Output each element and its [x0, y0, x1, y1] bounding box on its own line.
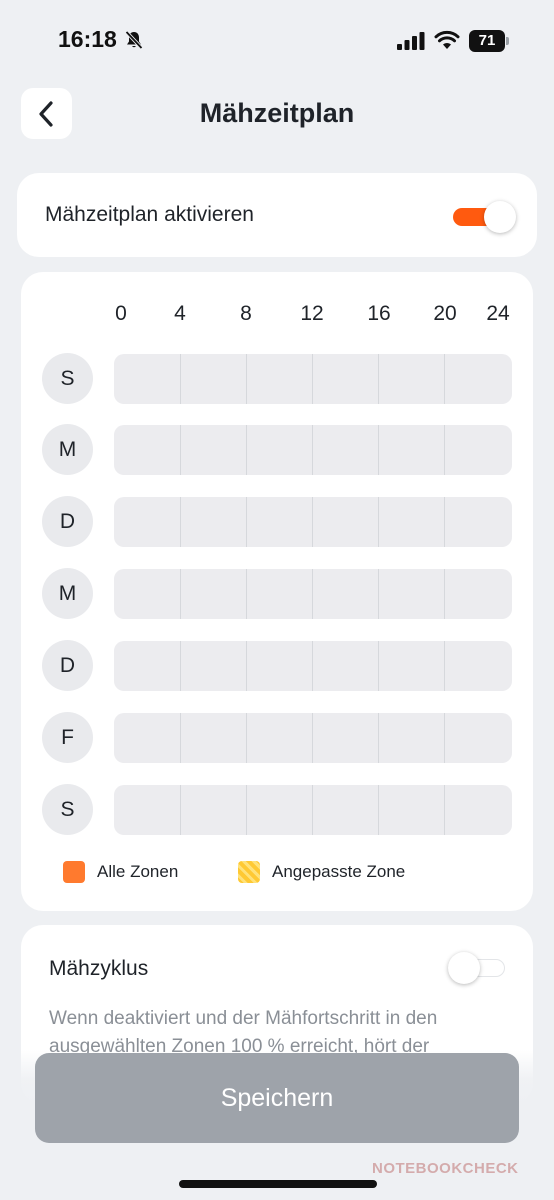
hour-label: 8 — [240, 302, 252, 325]
day-label: F — [42, 712, 93, 763]
day-timeline-bar[interactable] — [114, 425, 512, 475]
notebookcheck-watermark: NOTEBOOKCHECK — [372, 1160, 519, 1177]
day-row: F — [21, 712, 533, 764]
battery-level: 71 — [469, 30, 505, 52]
legend-all-zones-label: Alle Zonen — [97, 862, 179, 881]
day-label: M — [42, 568, 93, 619]
day-row: M — [21, 424, 533, 476]
day-timeline-bar[interactable] — [114, 713, 512, 763]
activate-schedule-label: Mähzeitplan aktivieren — [45, 203, 254, 226]
home-indicator[interactable] — [179, 1180, 377, 1188]
day-label: S — [42, 353, 93, 404]
status-bar: 16:18 71 — [0, 0, 554, 84]
status-time: 16:18 — [58, 26, 117, 52]
day-row: D — [21, 640, 533, 692]
battery-icon: 71 — [469, 30, 509, 52]
day-timeline-bar[interactable] — [114, 569, 512, 619]
wifi-icon — [434, 30, 460, 55]
day-row: M — [21, 568, 533, 620]
activate-schedule-toggle[interactable] — [453, 201, 517, 233]
hour-label: 20 — [433, 302, 457, 325]
day-label: M — [42, 424, 93, 475]
day-timeline-bar[interactable] — [114, 354, 512, 404]
hour-label: 24 — [486, 302, 510, 325]
day-row: D — [21, 496, 533, 548]
hour-label: 12 — [300, 302, 324, 325]
legend-all-zones: Alle Zonen — [63, 861, 178, 883]
day-label: D — [42, 496, 93, 547]
day-timeline-bar[interactable] — [114, 497, 512, 547]
bell-muted-icon — [124, 30, 144, 55]
save-button[interactable]: Speichern — [35, 1053, 519, 1143]
day-row: S — [21, 353, 533, 405]
custom-zone-swatch — [238, 861, 260, 883]
hour-label: 4 — [174, 302, 186, 325]
day-timeline-bar[interactable] — [114, 785, 512, 835]
all-zones-swatch — [63, 861, 85, 883]
mow-cycle-label: Mähzyklus — [49, 957, 149, 980]
day-timeline-bar[interactable] — [114, 641, 512, 691]
day-row: S — [21, 784, 533, 836]
hour-label: 16 — [367, 302, 391, 325]
activate-schedule-card: Mähzeitplan aktivieren — [17, 173, 537, 257]
mow-cycle-toggle[interactable] — [448, 952, 508, 984]
day-label: S — [42, 784, 93, 835]
legend-custom-zone: Angepasste Zone — [238, 861, 405, 883]
legend-custom-zone-label: Angepasste Zone — [272, 862, 406, 881]
schedule-card: 0 4 8 12 16 20 24 S M D M D F S Alle Zon… — [21, 272, 533, 911]
cellular-signal-icon — [397, 32, 425, 55]
day-label: D — [42, 640, 93, 691]
hour-label: 0 — [115, 302, 127, 325]
page-title: Mähzeitplan — [199, 98, 355, 128]
